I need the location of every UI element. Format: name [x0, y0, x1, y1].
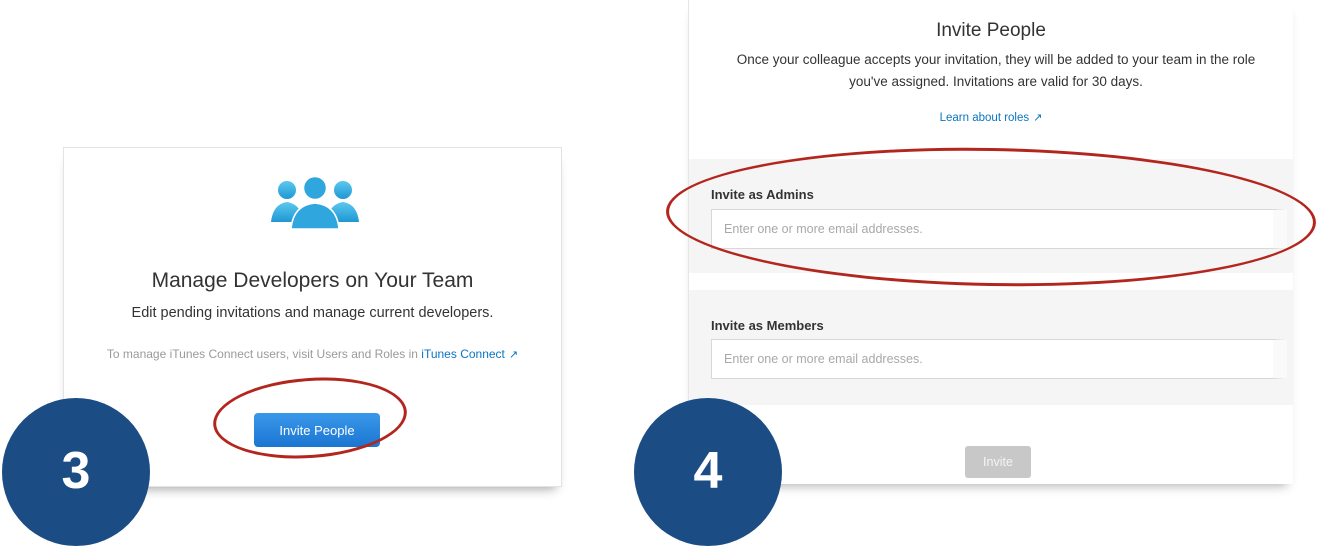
learn-about-roles-link[interactable]: Learn about roles ↗: [689, 111, 1293, 124]
invite-members-label: Invite as Members: [711, 318, 824, 333]
step-badge-4: 4: [634, 398, 782, 546]
invite-submit-button[interactable]: Invite: [965, 446, 1031, 478]
learn-about-roles-label: Learn about roles: [939, 112, 1030, 124]
external-arrow-icon: ↗: [508, 349, 519, 361]
external-arrow-icon: ↗: [1033, 112, 1043, 124]
team-people-icon: [271, 175, 359, 230]
itunes-connect-note-text: To manage iTunes Connect users, visit Us…: [106, 347, 418, 361]
members-email-input[interactable]: [711, 339, 1287, 379]
page-title: Manage Developers on Your Team: [151, 269, 474, 292]
step-badge-3: 3: [2, 398, 150, 546]
itunes-connect-link-label: iTunes Connect: [421, 347, 505, 361]
page-subtitle: Edit pending invitations and manage curr…: [131, 305, 494, 321]
step-number: 3: [61, 442, 91, 500]
itunes-connect-link[interactable]: iTunes Connect ↗: [421, 347, 518, 361]
invite-members-section: Invite as Members: [689, 290, 1293, 405]
form-description: Once your colleague accepts your invitat…: [736, 52, 1256, 89]
itunes-connect-note: To manage iTunes Connect users, visit Us…: [64, 347, 561, 361]
form-title: Invite People: [936, 20, 1046, 41]
step-number: 4: [693, 442, 723, 500]
